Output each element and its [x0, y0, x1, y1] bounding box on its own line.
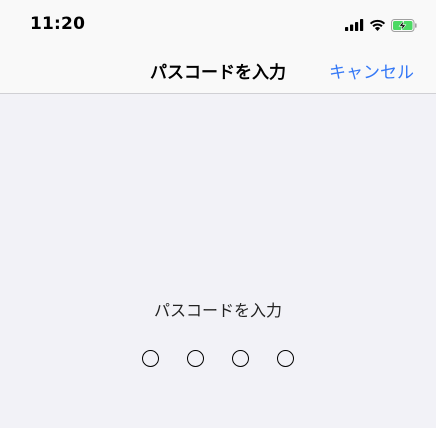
passcode-dot-4 [277, 350, 294, 367]
status-time: 11:20 [30, 14, 86, 34]
passcode-prompt: パスコードを入力 [153, 301, 282, 320]
navigation-bar: パスコードを入力 キャンセル [0, 50, 436, 94]
passcode-dots [0, 350, 436, 367]
wifi-icon [369, 19, 386, 31]
cellular-signal-icon [345, 19, 364, 31]
passcode-dot-1 [142, 350, 159, 367]
passcode-dot-2 [187, 350, 204, 367]
battery-charging-icon [391, 18, 418, 32]
cancel-button[interactable]: キャンセル [329, 58, 414, 83]
status-icons [345, 17, 418, 33]
status-bar: 11:20 [0, 0, 436, 50]
passcode-dot-3 [232, 350, 249, 367]
